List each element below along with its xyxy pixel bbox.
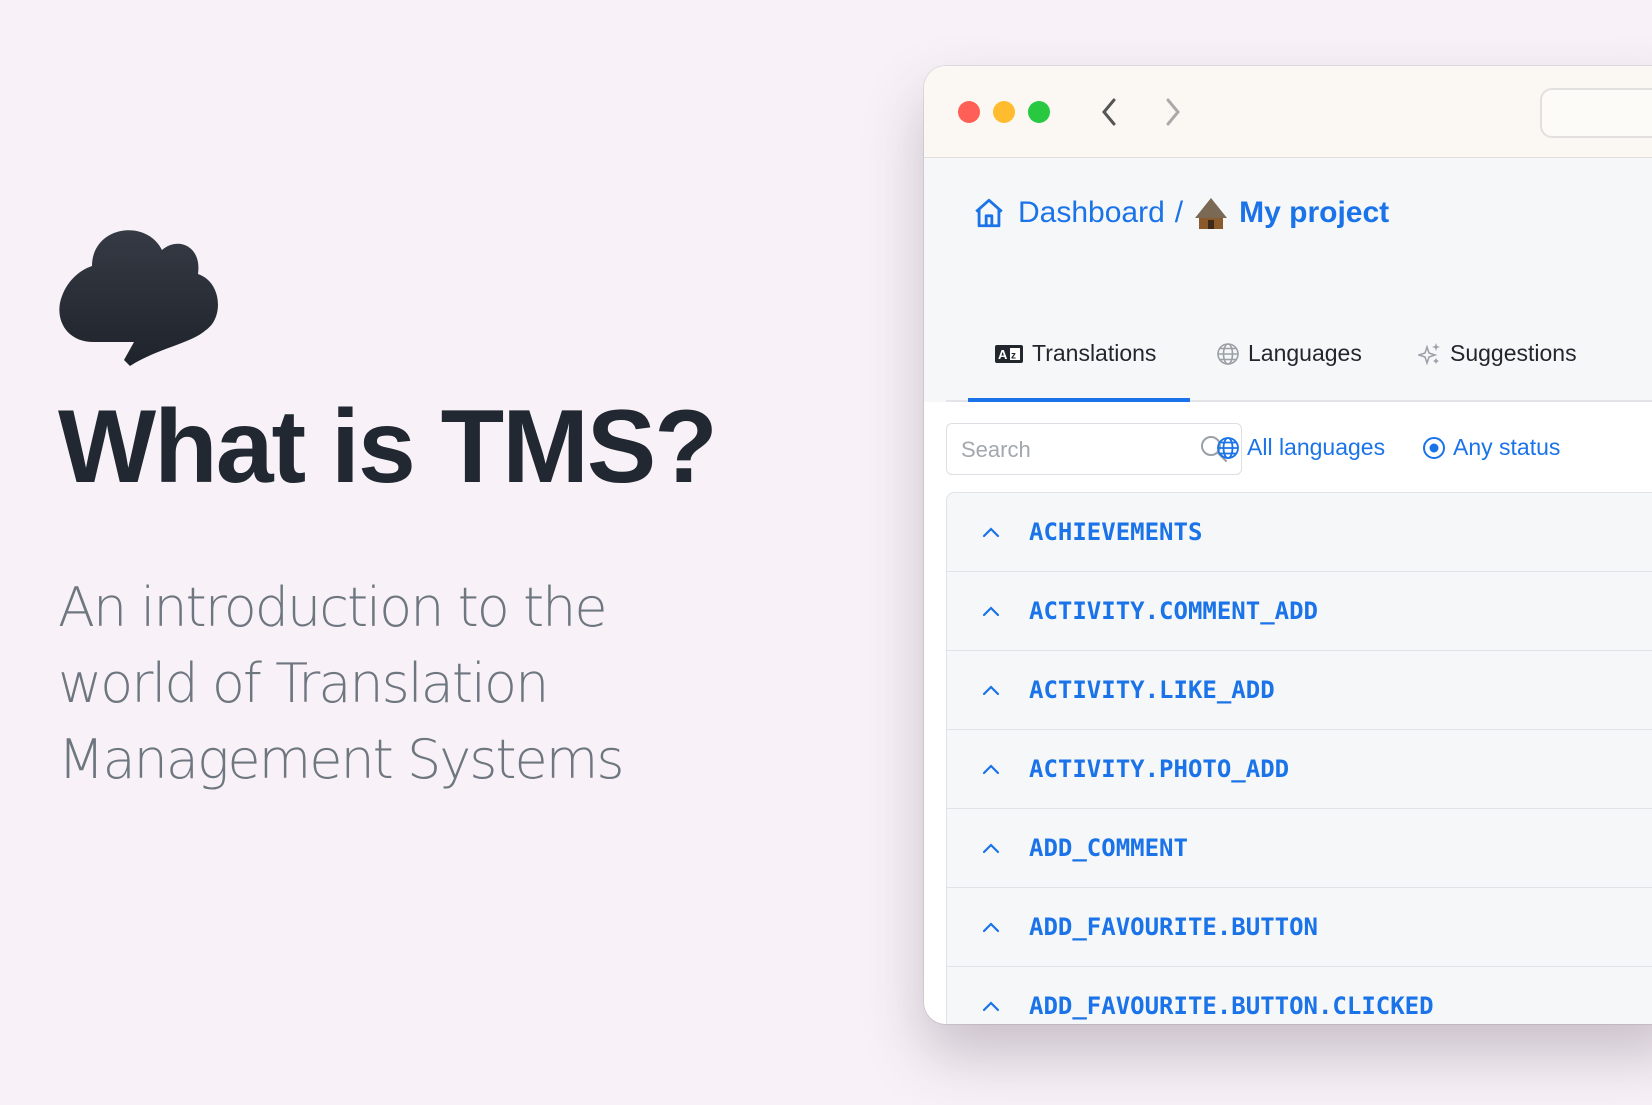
list-item[interactable]: ADD_COMMENT xyxy=(947,809,1652,888)
status-filter-label: Any status xyxy=(1453,434,1561,460)
search-placeholder: Search xyxy=(961,437,1031,462)
tab-label: Translations xyxy=(1032,340,1157,366)
list-item[interactable]: ACTIVITY.PHOTO_ADD xyxy=(947,730,1652,809)
speech-cloud-logo xyxy=(59,230,218,366)
chevron-up-icon[interactable] xyxy=(981,604,1001,618)
tab-translations[interactable]: Az Translations xyxy=(994,340,1156,367)
chevron-up-icon[interactable] xyxy=(981,841,1001,855)
minimize-window-button[interactable] xyxy=(993,101,1015,123)
chevron-left-icon[interactable] xyxy=(1096,94,1124,130)
globe-icon xyxy=(1217,436,1239,459)
breadcrumb-dashboard-link[interactable]: Dashboard xyxy=(1018,196,1165,230)
globe-icon xyxy=(1217,342,1239,365)
sparkles-icon xyxy=(1418,342,1440,365)
chevron-up-icon[interactable] xyxy=(981,920,1001,934)
tab-label: Languages xyxy=(1248,340,1362,366)
language-filter-button[interactable]: All languages xyxy=(1216,434,1385,461)
hut-icon xyxy=(1195,198,1228,229)
translation-key: ACTIVITY.LIKE_ADD xyxy=(1029,676,1275,704)
chevron-up-icon[interactable] xyxy=(981,762,1001,776)
translation-key: ACTIVITY.PHOTO_ADD xyxy=(1029,755,1290,783)
list-item[interactable]: ADD_FAVOURITE.BUTTON xyxy=(947,888,1652,967)
svg-text:A: A xyxy=(998,347,1008,362)
chevron-up-icon[interactable] xyxy=(981,999,1001,1013)
home-icon xyxy=(975,198,1003,228)
translation-key: ADD_FAVOURITE.BUTTON xyxy=(1029,913,1318,941)
breadcrumb-separator: / xyxy=(1174,196,1184,229)
translations-panel: Search All languages Any status ACHIEVEM… xyxy=(924,402,1652,1024)
translation-key: ADD_FAVOURITE.BUTTON.CLICKED xyxy=(1029,992,1434,1020)
list-item[interactable]: ACHIEVEMENTS xyxy=(947,493,1652,572)
translation-key-list: ACHIEVEMENTS ACTIVITY.COMMENT_ADD ACTIVI… xyxy=(946,492,1652,1024)
maximize-window-button[interactable] xyxy=(1028,101,1050,123)
titlebar xyxy=(924,66,1652,158)
radio-dot-icon xyxy=(1423,436,1445,459)
list-item[interactable]: ACTIVITY.COMMENT_ADD xyxy=(947,572,1652,651)
tab-label: Suggestions xyxy=(1450,340,1577,366)
breadcrumb: Dashboard / My project xyxy=(972,196,1389,230)
translate-az-icon: Az xyxy=(995,344,1023,363)
svg-text:z: z xyxy=(1011,350,1016,361)
list-item[interactable]: ACTIVITY.LIKE_ADD xyxy=(947,651,1652,730)
search-input[interactable]: Search xyxy=(946,423,1242,475)
chevron-up-icon[interactable] xyxy=(981,683,1001,697)
close-window-button[interactable] xyxy=(958,101,980,123)
translation-key: ACTIVITY.COMMENT_ADD xyxy=(1029,597,1318,625)
page-subtitle: An introduction to the world of Translat… xyxy=(58,576,625,791)
tab-suggestions[interactable]: Suggestions xyxy=(1418,340,1577,367)
chevron-right-icon[interactable] xyxy=(1158,94,1186,130)
translation-key: ACHIEVEMENTS xyxy=(1029,518,1203,546)
breadcrumb-project-link[interactable]: My project xyxy=(1239,196,1389,230)
translation-key: ADD_COMMENT xyxy=(1029,834,1188,862)
tab-languages[interactable]: Languages xyxy=(1216,340,1362,367)
chevron-up-icon[interactable] xyxy=(981,525,1001,539)
browser-window: Dashboard / My project Az Translations L… xyxy=(924,66,1652,1024)
language-filter-label: All languages xyxy=(1247,434,1386,460)
page-headline: What is TMS? xyxy=(58,389,718,505)
address-bar[interactable] xyxy=(1540,88,1652,138)
tab-bar: Az Translations Languages Suggestions xyxy=(946,324,1652,402)
list-item[interactable]: ADD_FAVOURITE.BUTTON.CLICKED xyxy=(947,967,1652,1024)
status-filter-button[interactable]: Any status xyxy=(1422,434,1560,461)
